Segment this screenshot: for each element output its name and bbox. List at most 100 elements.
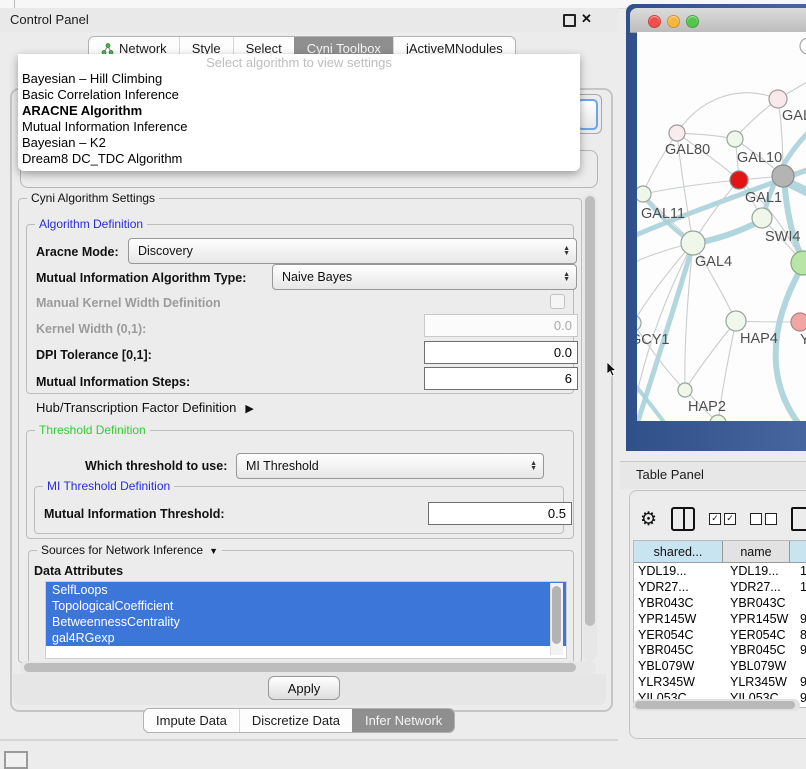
table-panel-title: Table Panel	[636, 467, 704, 482]
which-threshold-combo[interactable]: MI Threshold ▲▼	[236, 453, 544, 479]
network-node-swi4[interactable]	[752, 208, 772, 228]
network-node-gal-top[interactable]	[769, 90, 787, 108]
focused-combo-stepper-fragment[interactable]	[577, 99, 598, 130]
sources-title[interactable]: Sources for Network Inference▼	[37, 543, 222, 557]
settings-hscrollbar-thumb[interactable]	[24, 663, 576, 672]
dpi-tolerance-field[interactable]: 0.0	[424, 341, 578, 364]
data-attribute-item[interactable]: TopologicalCoefficient	[46, 598, 566, 614]
network-node-label: HAP4	[740, 331, 778, 347]
table-row[interactable]: YBR045CYBR045C9.	[634, 642, 806, 658]
which-threshold-value: MI Threshold	[246, 459, 319, 473]
network-node-label: GAL4	[695, 254, 732, 270]
split-columns-icon[interactable]	[671, 507, 695, 531]
mi-algorithm-type-value: Naive Bayes	[282, 270, 352, 284]
apply-button[interactable]: Apply	[268, 676, 340, 700]
network-node-green-right[interactable]	[791, 251, 806, 275]
aracne-mode-combo[interactable]: Discovery ▲▼	[128, 238, 577, 264]
stepper-icon: ▲▼	[530, 461, 537, 471]
mouse-cursor	[607, 362, 619, 383]
algorithm-definition-title: Algorithm Definition	[35, 217, 147, 231]
data-attribute-item[interactable]: gal4RGexp	[46, 630, 566, 646]
table-cell: YPR145W	[726, 611, 796, 627]
hub-section-label: Hub/Transcription Factor Definition	[36, 400, 236, 415]
document-icon[interactable]	[791, 507, 806, 531]
mi-threshold-definition-title: MI Threshold Definition	[43, 479, 174, 493]
network-node-gal4[interactable]	[681, 231, 705, 255]
data-attributes-list[interactable]: SelfLoopsTopologicalCoefficientBetweenne…	[45, 581, 567, 659]
collapse-down-icon[interactable]: ▼	[209, 546, 218, 556]
network-node-gal80[interactable]	[669, 125, 685, 141]
network-node-gal1[interactable]	[730, 171, 748, 189]
network-node-label: SWI4	[765, 229, 800, 245]
table-row[interactable]: YLR345WYLR345W9.	[634, 674, 806, 690]
zoom-traffic-light-icon[interactable]	[686, 15, 699, 28]
minimized-panel-icon[interactable]	[4, 751, 28, 769]
data-attribute-item[interactable]: SelfLoops	[46, 582, 566, 598]
manual-kernel-width-checkbox[interactable]	[550, 294, 565, 309]
network-edge	[643, 180, 739, 194]
data-attribute-item[interactable]: BetweennessCentrality	[46, 614, 566, 630]
network-node-arc-top[interactable]	[800, 38, 806, 54]
which-threshold-label: Which threshold to use:	[85, 459, 227, 473]
settings-vscrollbar-thumb[interactable]	[585, 196, 595, 626]
minimize-traffic-light-icon[interactable]	[667, 15, 680, 28]
table-row[interactable]: YDL19...YDL19...13	[634, 563, 806, 579]
algorithm-option[interactable]: Bayesian – Hill Climbing	[18, 71, 580, 87]
mi-algorithm-type-combo[interactable]: Naive Bayes ▲▼	[272, 264, 577, 290]
network-node-gcy1[interactable]	[637, 315, 641, 331]
network-node-gal11[interactable]	[637, 186, 651, 202]
table-cell: 12	[796, 579, 806, 595]
expand-right-icon[interactable]: ▶	[245, 402, 253, 415]
network-node-salmon[interactable]	[791, 313, 806, 331]
close-traffic-light-icon[interactable]	[648, 15, 661, 28]
table-cell: YBL079W	[726, 658, 796, 674]
bottom-tab-discretize-data[interactable]: Discretize Data	[239, 709, 352, 732]
algorithm-option[interactable]: Mutual Information Inference	[18, 119, 580, 135]
table-row[interactable]: YDR27...YDR27...12	[634, 579, 806, 595]
table-row[interactable]: YER054CYER054C8.	[634, 627, 806, 643]
tab-label: Infer Network	[365, 713, 442, 728]
close-icon[interactable]: ✕	[581, 11, 592, 27]
network-edge	[677, 93, 778, 133]
select-all-checkboxes-icon[interactable]: ✓✓	[709, 513, 736, 525]
node-attribute-table[interactable]: shared...nameYDL19...YDL19...13YDR27...Y…	[633, 540, 806, 708]
kernel-width-field[interactable]: 0.0	[424, 314, 578, 337]
mi-steps-field[interactable]: 6	[424, 367, 578, 390]
mi-threshold-field[interactable]: 0.5	[428, 502, 572, 525]
attributes-scrollbar-thumb[interactable]	[552, 586, 561, 644]
mi-steps-value: 6	[565, 371, 572, 386]
algorithm-option[interactable]: ARACNE Algorithm	[18, 103, 580, 119]
network-node-gal10[interactable]	[727, 131, 743, 147]
algorithm-option[interactable]: Bayesian – K2	[18, 135, 580, 151]
gear-icon[interactable]: ⚙	[640, 510, 657, 529]
column-header[interactable]	[790, 541, 806, 562]
deselect-all-checkboxes-icon[interactable]	[750, 513, 777, 525]
aracne-mode-value: Discovery	[138, 244, 193, 258]
control-panel-title: Control Panel	[10, 12, 89, 27]
network-node-bottom-node[interactable]	[710, 415, 726, 421]
column-header[interactable]: name	[723, 541, 790, 562]
table-row[interactable]: YBR043CYBR043C	[634, 595, 806, 611]
table-row[interactable]: YPR145WYPR145W9.	[634, 611, 806, 627]
network-node-hap2[interactable]	[678, 383, 692, 397]
splitter-tick[interactable]	[14, 0, 15, 8]
network-node-label: GAL11	[641, 206, 685, 222]
tab-label: Discretize Data	[252, 713, 340, 728]
float-window-icon[interactable]	[563, 14, 576, 27]
algorithm-option[interactable]: Basic Correlation Inference	[18, 87, 580, 103]
hub-section-header[interactable]: Hub/Transcription Factor Definition ▶	[36, 400, 254, 415]
network-node-hap4[interactable]	[726, 311, 746, 331]
column-header[interactable]: shared...	[634, 541, 723, 562]
table-cell: 13	[796, 563, 806, 579]
network-window-titlebar[interactable]	[630, 8, 806, 33]
algorithm-dropdown-placeholder: Select algorithm to view settings	[18, 54, 580, 71]
network-node-gray-node[interactable]	[772, 165, 794, 187]
table-cell	[796, 658, 806, 674]
bottom-tab-infer-network[interactable]: Infer Network	[352, 709, 454, 732]
network-canvas[interactable]: GALGAL80GAL10GAL1GAL11SWI4GAL4GCY1HAP4YH…	[637, 32, 806, 421]
table-panel-toolbar: ⚙ ✓✓	[640, 505, 806, 533]
algorithm-option[interactable]: Dream8 DC_TDC Algorithm	[18, 151, 580, 167]
table-row[interactable]: YBL079WYBL079W	[634, 658, 806, 674]
bottom-tab-impute-data[interactable]: Impute Data	[144, 709, 239, 732]
table-hscrollbar-thumb[interactable]	[635, 701, 795, 709]
